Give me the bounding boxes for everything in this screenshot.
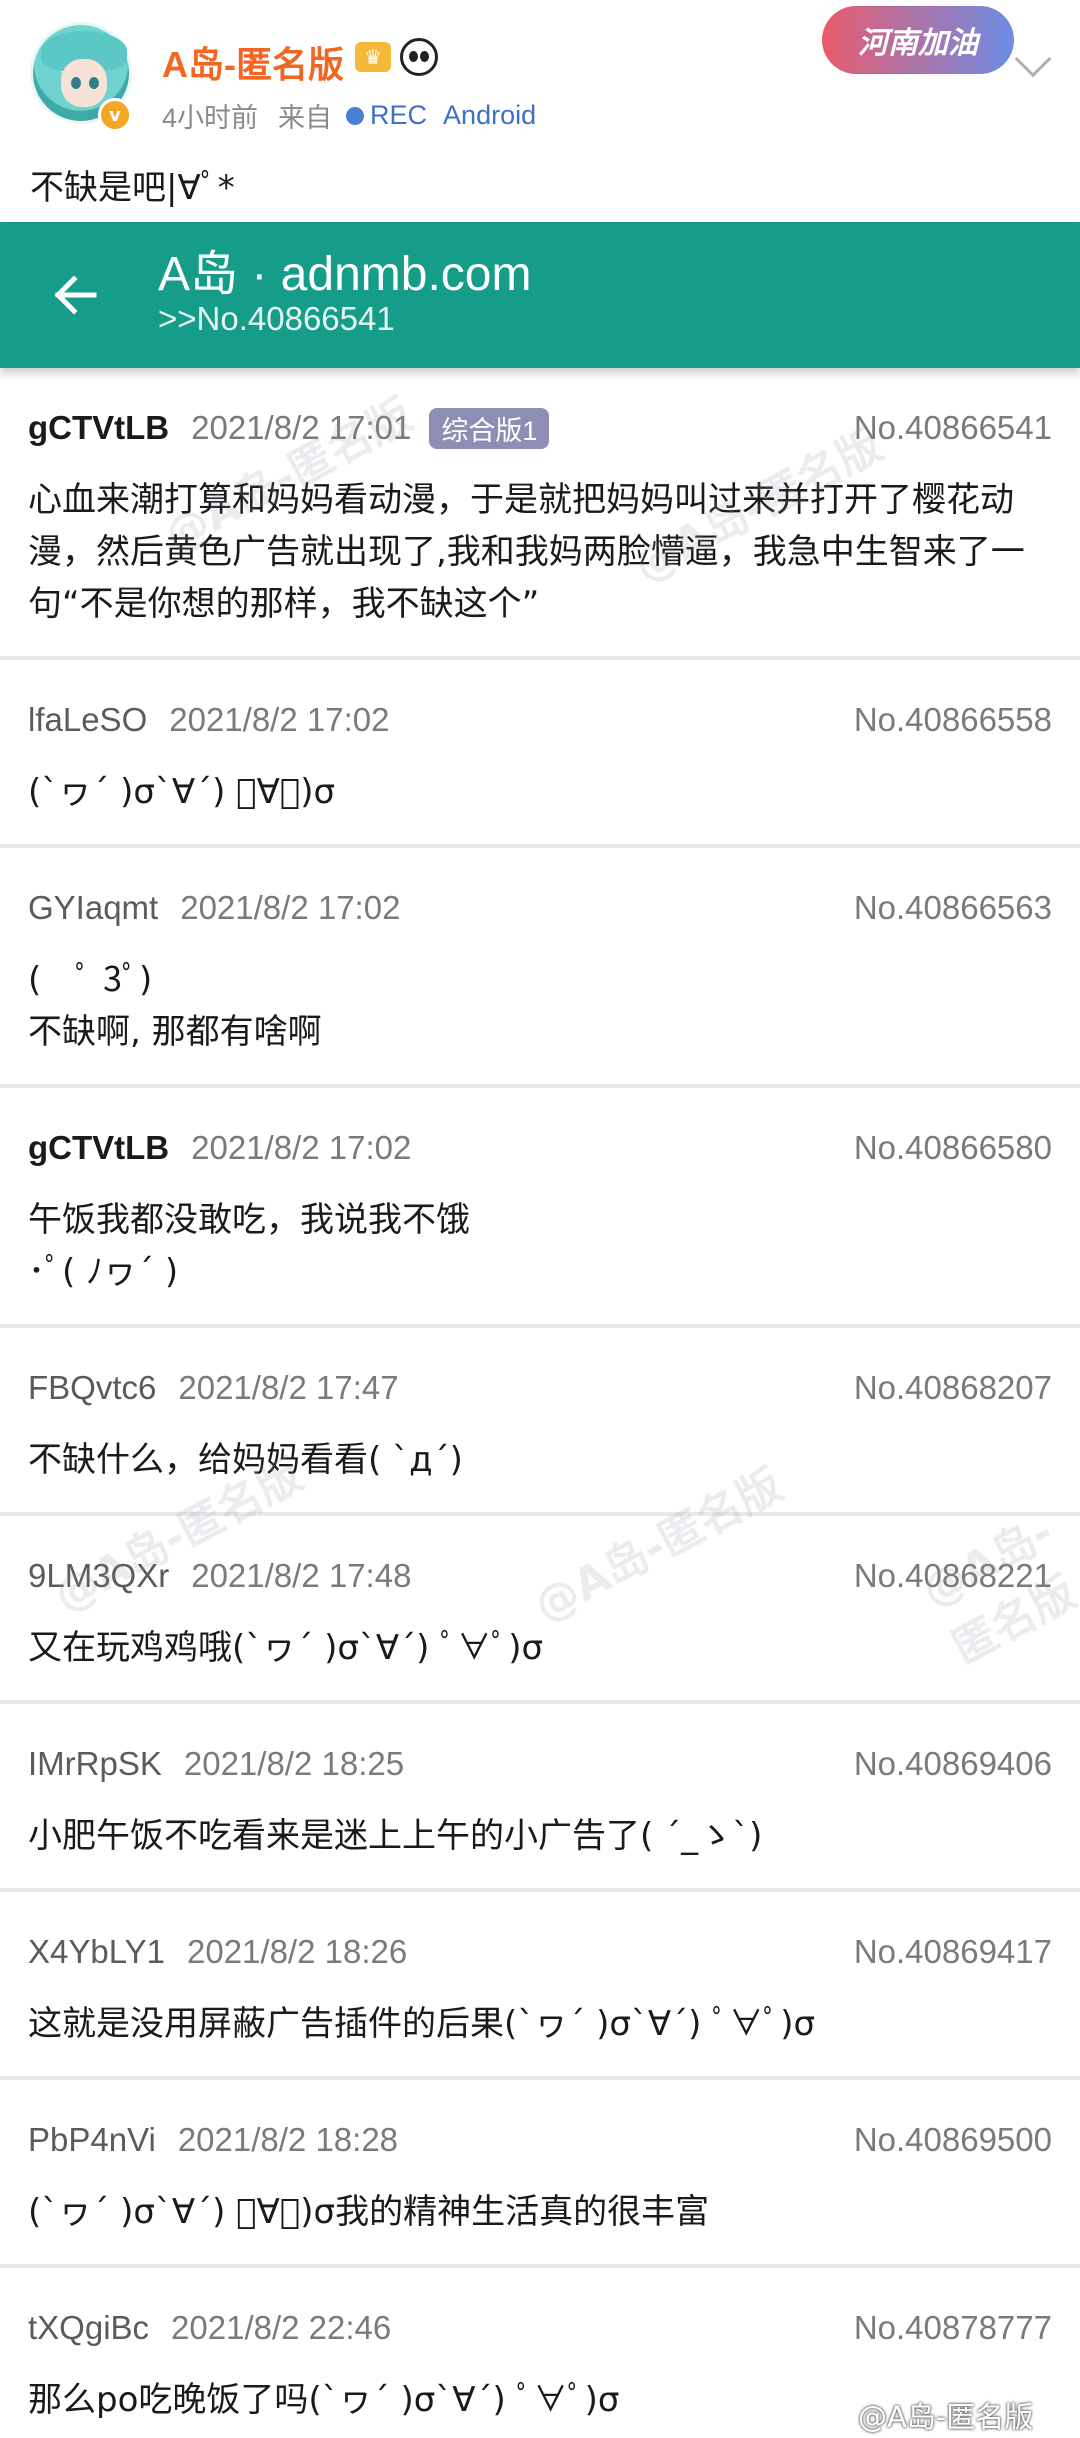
reply-number[interactable]: No.40866580 bbox=[854, 1129, 1052, 1167]
back-arrow-icon[interactable] bbox=[50, 270, 100, 320]
reply-time: 2021/8/2 18:25 bbox=[183, 1745, 405, 1782]
app-bar: A岛 · adnmb.com >>No.40866541 bbox=[0, 222, 1080, 368]
reply-header: 9LM3QXr 2021/8/2 17:48 No.40868221 bbox=[28, 1556, 1052, 1596]
chevron-down-icon[interactable] bbox=[1014, 40, 1052, 78]
reply-item[interactable]: X4YbLY1 2021/8/2 18:26 No.40869417 这就是没用屏蔽广… bbox=[0, 1892, 1080, 2076]
weibo-watermark: @A岛-匿名版 bbox=[858, 2400, 1034, 2434]
reply-content: (`ヮ´ )σ`∀´) ﾟ∀ﾟ)σ bbox=[28, 772, 336, 812]
reply-header: tXQgiBc 2021/8/2 22:46 No.40878777 bbox=[28, 2308, 1052, 2348]
reply-number[interactable]: No.40869406 bbox=[854, 1745, 1052, 1783]
reply-content: (`ヮ´ )σ`∀´) ﾟ∀ﾟ)σ我的精神生活真的很丰富 bbox=[28, 2192, 710, 2232]
reply-time: 2021/8/2 17:02 bbox=[191, 1129, 412, 1166]
source-device[interactable]: Android bbox=[443, 100, 536, 131]
reply-item[interactable]: gCTVtLB 2021/8/2 17:01 综合版1 No.40866541 心血来潮… bbox=[0, 368, 1080, 656]
reply-uid[interactable]: 9LM3QXr bbox=[28, 1557, 169, 1595]
post-time: 4小时前 bbox=[162, 103, 259, 133]
reply-uid[interactable]: X4YbLY1 bbox=[28, 1933, 165, 1971]
event-banner[interactable]: 河南加油 bbox=[822, 6, 1014, 74]
reply-content: 这就是没用屏蔽广告插件的后果(`ヮ´ )σ`∀´) ﾟ∀ﾟ)σ bbox=[28, 2004, 816, 2044]
panda-icon bbox=[400, 38, 438, 76]
source-rec[interactable]: REC bbox=[370, 100, 427, 131]
reply-content: 午饭我都没敢吃，我说我不饿 ･ﾟ( ﾉヮ´ ) bbox=[28, 1200, 470, 1292]
reply-content: 不缺什么，给妈妈看看( `д´) bbox=[28, 1440, 463, 1480]
reply-header: X4YbLY1 2021/8/2 18:26 No.40869417 bbox=[28, 1932, 1052, 1972]
reply-uid[interactable]: gCTVtLB bbox=[28, 409, 169, 447]
reply-number[interactable]: No.40869500 bbox=[854, 2121, 1052, 2159]
reply-number[interactable]: No.40866558 bbox=[854, 701, 1052, 739]
reply-header: gCTVtLB 2021/8/2 17:02 No.40866580 bbox=[28, 1128, 1052, 1168]
reply-content: 又在玩鸡鸡哦(`ヮ´ )σ`∀´) ﾟ∀ﾟ)σ bbox=[28, 1628, 544, 1668]
reply-uid[interactable]: gCTVtLB bbox=[28, 1129, 169, 1167]
reply-item[interactable]: GYIaqmt 2021/8/2 17:02 No.40866563 ( ﾟ 3ﾟ) … bbox=[0, 848, 1080, 1084]
board-badge[interactable]: 综合版1 bbox=[429, 407, 550, 449]
reply-uid[interactable]: IMrRpSK bbox=[28, 1745, 162, 1783]
reply-item[interactable]: 9LM3QXr 2021/8/2 17:48 No.40868221 又在玩鸡鸡哦(`… bbox=[0, 1516, 1080, 1700]
rec-dot-icon bbox=[346, 106, 365, 125]
reply-uid[interactable]: FBQvtc6 bbox=[28, 1369, 156, 1407]
reply-header: lfaLeSO 2021/8/2 17:02 No.40866558 bbox=[28, 700, 1052, 740]
reply-number[interactable]: No.40869417 bbox=[854, 1933, 1052, 1971]
crown-icon: ♛ bbox=[355, 42, 391, 72]
reply-time: 2021/8/2 22:46 bbox=[171, 2309, 392, 2346]
reply-number[interactable]: No.40866563 bbox=[854, 889, 1052, 927]
reply-time: 2021/8/2 18:28 bbox=[177, 2121, 399, 2158]
reply-time: 2021/8/2 18:26 bbox=[187, 1933, 408, 1970]
reply-header: gCTVtLB 2021/8/2 17:01 综合版1 No.40866541 bbox=[28, 407, 1052, 449]
reply-item[interactable]: lfaLeSO 2021/8/2 17:02 No.40866558 (`ヮ´ )σ`… bbox=[0, 660, 1080, 844]
reply-header: FBQvtc6 2021/8/2 17:47 No.40868207 bbox=[28, 1368, 1052, 1408]
source-prefix: 来自 bbox=[278, 103, 333, 133]
reply-number[interactable]: No.40868221 bbox=[854, 1557, 1052, 1595]
reply-content: ( ﾟ 3ﾟ) 不缺啊, 那都有啥啊 bbox=[28, 960, 322, 1052]
reply-time: 2021/8/2 17:01 bbox=[191, 409, 412, 446]
weibo-post-header: v A岛-匿名版 ♛ 4小时前 来自 REC Android 河南加油 不缺是吧… bbox=[0, 0, 1080, 222]
reply-number[interactable]: No.40868207 bbox=[854, 1369, 1052, 1407]
reply-number[interactable]: No.40878777 bbox=[854, 2309, 1052, 2347]
username[interactable]: A岛-匿名版 bbox=[162, 36, 344, 88]
reply-header: IMrRpSK 2021/8/2 18:25 No.40869406 bbox=[28, 1744, 1052, 1784]
reply-uid[interactable]: GYIaqmt bbox=[28, 889, 158, 927]
reply-item[interactable]: IMrRpSK 2021/8/2 18:25 No.40869406 小肥午饭不吃看来… bbox=[0, 1704, 1080, 1888]
post-text: 不缺是吧|∀ﾟ* bbox=[30, 168, 235, 208]
reply-uid[interactable]: PbP4nVi bbox=[28, 2121, 156, 2159]
reply-list: gCTVtLB 2021/8/2 17:01 综合版1 No.40866541 心血来潮… bbox=[0, 368, 1080, 2438]
reply-time: 2021/8/2 17:02 bbox=[180, 889, 401, 926]
reply-uid[interactable]: tXQgiBc bbox=[28, 2309, 149, 2347]
post-meta: 4小时前 来自 REC Android bbox=[162, 96, 536, 135]
reply-header: GYIaqmt 2021/8/2 17:02 No.40866563 bbox=[28, 888, 1052, 928]
reply-content: 心血来潮打算和妈妈看动漫，于是就把妈妈叫过来并打开了樱花动漫，然后黄色广告就出现… bbox=[28, 480, 1025, 624]
reply-time: 2021/8/2 17:47 bbox=[178, 1369, 399, 1406]
reply-time: 2021/8/2 17:48 bbox=[191, 1557, 412, 1594]
reply-item[interactable]: gCTVtLB 2021/8/2 17:02 No.40866580 午饭我都没敢吃，… bbox=[0, 1088, 1080, 1324]
reply-uid[interactable]: lfaLeSO bbox=[28, 701, 147, 739]
app-bar-title: A岛 · adnmb.com bbox=[158, 248, 532, 301]
reply-header: PbP4nVi 2021/8/2 18:28 No.40869500 bbox=[28, 2120, 1052, 2160]
thread-number: >>No.40866541 bbox=[158, 300, 395, 337]
reply-number[interactable]: No.40866541 bbox=[854, 409, 1052, 447]
reply-content: 小肥午饭不吃看来是迷上上午的小广告了( ´_ゝ`) bbox=[28, 1816, 763, 1856]
reply-time: 2021/8/2 17:02 bbox=[169, 701, 390, 738]
reply-item[interactable]: PbP4nVi 2021/8/2 18:28 No.40869500 (`ヮ´ )σ`… bbox=[0, 2080, 1080, 2264]
verified-badge-icon: v bbox=[98, 98, 132, 132]
reply-item[interactable]: FBQvtc6 2021/8/2 17:47 No.40868207 不缺什么，给妈妈… bbox=[0, 1328, 1080, 1512]
